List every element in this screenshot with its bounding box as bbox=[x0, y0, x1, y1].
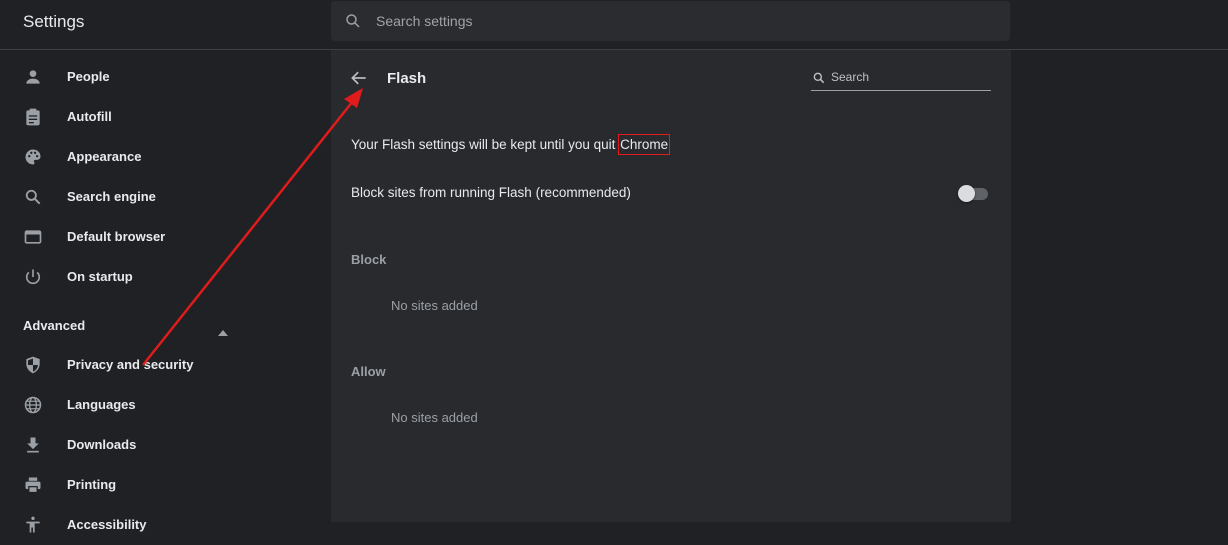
advanced-label: Advanced bbox=[23, 318, 86, 333]
sidebar-item-accessibility[interactable]: Accessibility bbox=[0, 505, 300, 545]
block-flash-label: Block sites from running Flash (recommen… bbox=[351, 185, 631, 200]
top-bar: Settings Search settings bbox=[0, 0, 1228, 50]
flash-notice: Your Flash settings will be kept until y… bbox=[351, 134, 671, 155]
search-icon bbox=[812, 71, 826, 90]
search-icon bbox=[23, 187, 43, 207]
download-icon bbox=[23, 435, 43, 455]
sidebar-item-autofill[interactable]: Autofill bbox=[0, 97, 300, 137]
flash-notice-text: Your Flash settings will be kept until y… bbox=[351, 137, 620, 152]
search-settings-placeholder: Search settings bbox=[376, 13, 473, 29]
browser-icon bbox=[23, 227, 43, 247]
sidebar-item-label: Printing bbox=[67, 477, 117, 492]
person-icon bbox=[23, 67, 43, 87]
sidebar-item-privacy-and-security[interactable]: Privacy and security bbox=[0, 345, 300, 385]
toggle-knob bbox=[958, 185, 975, 202]
shield-icon bbox=[23, 355, 43, 375]
allow-section-heading: Allow bbox=[351, 364, 386, 379]
block-section-heading: Block bbox=[351, 252, 387, 267]
sidebar: People Autofill Appearance Search engine… bbox=[0, 50, 331, 533]
sidebar-item-label: Languages bbox=[67, 397, 136, 412]
power-icon bbox=[23, 267, 43, 287]
block-flash-toggle[interactable] bbox=[958, 185, 988, 202]
globe-icon bbox=[23, 395, 43, 415]
sidebar-item-label: Appearance bbox=[67, 149, 142, 164]
sidebar-item-label: Accessibility bbox=[67, 517, 147, 532]
advanced-section-toggle[interactable]: Advanced bbox=[0, 308, 331, 342]
sidebar-item-search-engine[interactable]: Search engine bbox=[0, 177, 300, 217]
caret-up-icon bbox=[218, 323, 228, 341]
clipboard-icon bbox=[23, 107, 43, 127]
flash-search-placeholder: Search bbox=[831, 70, 870, 84]
app-title: Settings bbox=[23, 12, 85, 31]
chrome-highlight: Chrome bbox=[618, 134, 671, 155]
block-empty-message: No sites added bbox=[391, 298, 478, 313]
sidebar-item-label: Privacy and security bbox=[67, 357, 194, 372]
sidebar-item-label: On startup bbox=[67, 269, 133, 284]
sidebar-item-label: People bbox=[67, 69, 110, 84]
sidebar-item-label: Downloads bbox=[67, 437, 137, 452]
sidebar-item-on-startup[interactable]: On startup bbox=[0, 257, 300, 297]
sidebar-item-appearance[interactable]: Appearance bbox=[0, 137, 300, 177]
sidebar-item-languages[interactable]: Languages bbox=[0, 385, 300, 425]
page-title: Flash bbox=[387, 70, 427, 87]
sidebar-item-people[interactable]: People bbox=[0, 57, 300, 97]
flash-search-input[interactable]: Search bbox=[811, 68, 991, 91]
sidebar-item-downloads[interactable]: Downloads bbox=[0, 425, 300, 465]
sidebar-item-label: Search engine bbox=[67, 189, 156, 204]
back-arrow-icon[interactable] bbox=[349, 68, 369, 88]
printer-icon bbox=[23, 475, 43, 495]
flash-settings-card: Flash Search Your Flash settings will be… bbox=[331, 50, 1011, 522]
sidebar-item-default-browser[interactable]: Default browser bbox=[0, 217, 300, 257]
allow-empty-message: No sites added bbox=[391, 410, 478, 425]
accessibility-icon bbox=[23, 515, 43, 535]
search-icon bbox=[344, 12, 362, 35]
search-settings-input[interactable]: Search settings bbox=[331, 1, 1010, 41]
sidebar-item-label: Default browser bbox=[67, 229, 166, 244]
palette-icon bbox=[23, 147, 43, 167]
sidebar-item-printing[interactable]: Printing bbox=[0, 465, 300, 505]
sidebar-item-label: Autofill bbox=[67, 109, 112, 124]
